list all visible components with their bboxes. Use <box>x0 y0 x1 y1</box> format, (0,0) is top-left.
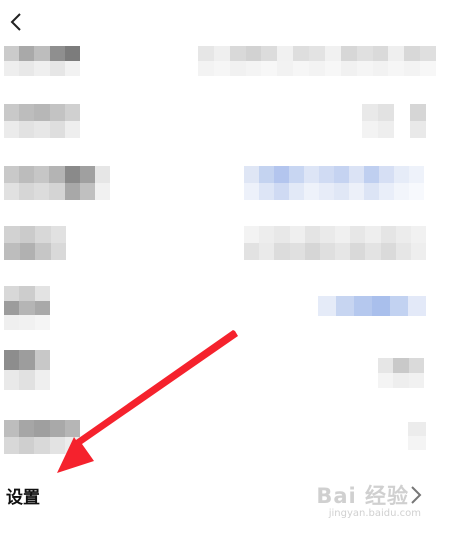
back-button[interactable] <box>4 8 28 36</box>
blurred-label <box>4 420 80 454</box>
menu-row[interactable] <box>0 162 453 216</box>
blurred-value <box>318 296 426 316</box>
blurred-label <box>4 350 50 390</box>
blurred-value <box>362 104 426 138</box>
blurred-label <box>4 46 80 76</box>
menu-row[interactable] <box>0 222 453 276</box>
menu-row[interactable] <box>0 40 453 94</box>
blurred-label <box>4 286 50 330</box>
blurred-label <box>4 166 110 200</box>
blurred-value <box>244 166 424 200</box>
watermark-brand: Bai 经验 <box>316 484 409 508</box>
blurred-value <box>244 226 426 260</box>
blurred-value <box>408 422 426 450</box>
menu-row[interactable] <box>0 100 453 154</box>
chevron-left-icon <box>10 13 21 31</box>
blurred-label <box>4 226 66 260</box>
watermark-url: jingyan.baidu.com <box>328 508 421 519</box>
menu-row[interactable] <box>0 346 453 400</box>
baidu-jingyan-watermark: Bai 经验 jingyan.baidu.com <box>315 474 445 520</box>
menu-row[interactable] <box>0 408 453 462</box>
blurred-label <box>4 104 80 138</box>
chevron-right-icon <box>411 486 422 504</box>
settings-label: 设置 <box>6 488 40 508</box>
menu-row[interactable] <box>0 284 453 338</box>
blurred-value <box>198 46 436 76</box>
settings-row[interactable]: 设置 Bai 经验 jingyan.baidu.com <box>0 470 453 520</box>
blurred-value <box>378 358 424 388</box>
